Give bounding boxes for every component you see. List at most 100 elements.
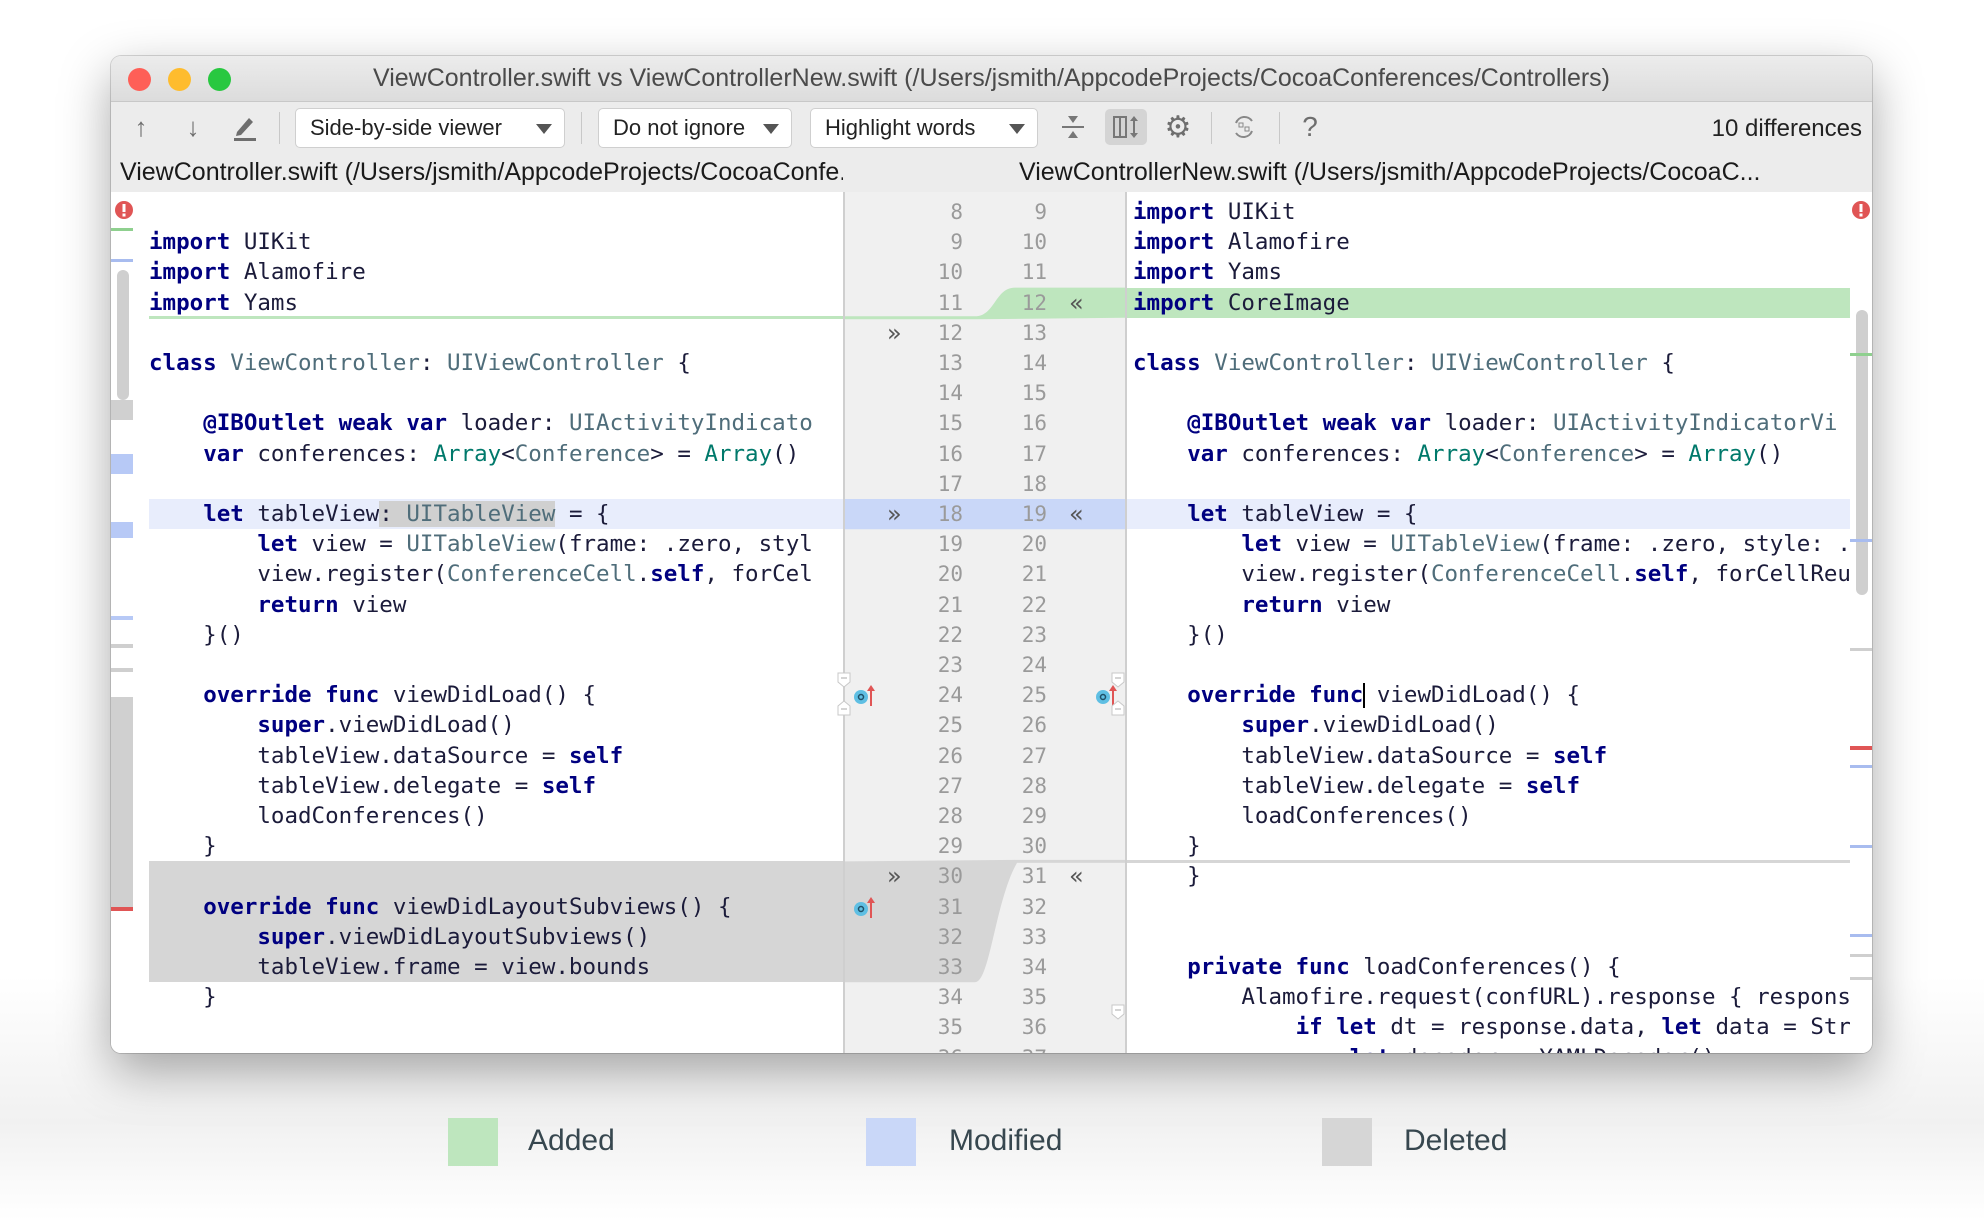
apply-change-right-icon[interactable]: » bbox=[887, 499, 902, 529]
apply-change-left-icon[interactable]: « bbox=[1069, 499, 1084, 529]
help-button[interactable]: ? bbox=[1292, 109, 1328, 145]
left-line-number: 28 bbox=[937, 804, 963, 828]
code-line[interactable]: class ViewController: UIViewController { bbox=[1127, 348, 1850, 378]
code-line[interactable] bbox=[143, 469, 843, 499]
code-line[interactable] bbox=[143, 378, 843, 408]
override-method-icon[interactable] bbox=[853, 896, 877, 920]
code-token: () bbox=[772, 440, 800, 467]
code-line[interactable]: override func viewDidLoad() { bbox=[143, 680, 843, 710]
code-token: self bbox=[568, 742, 624, 769]
code-line[interactable]: view.register(ConferenceCell.self, forCe… bbox=[1127, 559, 1850, 589]
code-line[interactable] bbox=[143, 861, 843, 891]
gear-icon[interactable]: ⚙ bbox=[1160, 109, 1196, 145]
code-line[interactable]: loadConferences() bbox=[1127, 801, 1850, 831]
code-line[interactable]: let view = UITableView(frame: .zero, sty… bbox=[1127, 529, 1850, 559]
code-line[interactable]: view.register(ConferenceCell.self, forCe… bbox=[143, 559, 843, 589]
deleted-marker bbox=[111, 400, 133, 420]
code-line[interactable] bbox=[1127, 318, 1850, 348]
collapse-unchanged-icon[interactable] bbox=[1055, 109, 1091, 145]
code-line[interactable]: if let dt = response.data, let data = St… bbox=[1127, 1012, 1850, 1042]
code-token: import bbox=[149, 289, 231, 316]
code-line[interactable]: tableView.delegate = self bbox=[143, 771, 843, 801]
code-token: view = bbox=[1282, 531, 1391, 558]
override-method-icon[interactable] bbox=[853, 684, 877, 708]
legend-deleted-swatch bbox=[1322, 1118, 1372, 1166]
code-line[interactable]: tableView.delegate = self bbox=[1127, 771, 1850, 801]
code-line[interactable]: }() bbox=[1127, 620, 1850, 650]
code-line[interactable]: loadConferences() bbox=[143, 801, 843, 831]
code-line[interactable]: var conferences: Array<Conference> = Arr… bbox=[143, 439, 843, 469]
code-line[interactable]: super.viewDidLayoutSubviews() bbox=[143, 922, 843, 952]
code-token: var bbox=[1187, 440, 1228, 467]
code-token: import bbox=[1133, 259, 1215, 286]
pencil-icon[interactable] bbox=[227, 109, 263, 145]
code-line[interactable]: var conferences: Array<Conference> = Arr… bbox=[1127, 439, 1850, 469]
code-line[interactable] bbox=[1127, 469, 1850, 499]
code-line[interactable]: import CoreImage bbox=[1127, 288, 1850, 318]
code-line[interactable]: override func viewDidLayoutSubviews() { bbox=[143, 892, 843, 922]
code-line[interactable]: tableView.frame = view.bounds bbox=[143, 952, 843, 982]
code-line[interactable]: class ViewController: UIViewController { bbox=[143, 348, 843, 378]
ignore-whitespace-dropdown[interactable]: Do not ignore bbox=[598, 108, 792, 148]
code-line[interactable]: } bbox=[143, 982, 843, 1012]
fold-start-icon[interactable] bbox=[837, 672, 851, 688]
code-line[interactable] bbox=[1127, 892, 1850, 922]
apply-change-right-icon[interactable]: » bbox=[887, 861, 902, 891]
code-line[interactable]: super.viewDidLoad() bbox=[143, 710, 843, 740]
apply-change-left-icon[interactable]: « bbox=[1069, 861, 1084, 891]
fold-end-icon[interactable] bbox=[1111, 700, 1125, 716]
fold-start-icon[interactable] bbox=[1111, 1004, 1125, 1021]
code-line[interactable] bbox=[1127, 650, 1850, 680]
left-editor-pane[interactable]: import UIKit import Alamofire import Yams c… bbox=[143, 192, 843, 1053]
modified-marker bbox=[1850, 934, 1872, 937]
code-line[interactable]: let tableView = { bbox=[1127, 499, 1850, 529]
code-line[interactable]: import UIKit bbox=[1127, 197, 1850, 227]
code-line[interactable] bbox=[143, 650, 843, 680]
toolbar-separator bbox=[581, 112, 582, 144]
code-line[interactable]: let view = UITableView(frame: .zero, sty… bbox=[143, 529, 843, 559]
code-line[interactable]: }() bbox=[143, 620, 843, 650]
code-line[interactable]: super.viewDidLoad() bbox=[1127, 710, 1850, 740]
code-line[interactable]: } bbox=[143, 831, 843, 861]
code-line[interactable] bbox=[1127, 922, 1850, 952]
code-line[interactable]: tableView.dataSource = self bbox=[143, 741, 843, 771]
code-line[interactable] bbox=[1127, 378, 1850, 408]
right-editor-pane[interactable]: import UIKit import Alamofire import Yams i… bbox=[1127, 192, 1850, 1053]
code-line[interactable]: private func loadConferences() { bbox=[1127, 952, 1850, 982]
code-line[interactable]: import Yams bbox=[143, 288, 843, 318]
swap-sides-icon[interactable] bbox=[1226, 109, 1262, 145]
code-line[interactable]: import UIKit bbox=[143, 227, 843, 257]
code-line[interactable]: return view bbox=[143, 590, 843, 620]
apply-change-right-icon[interactable]: » bbox=[887, 318, 902, 348]
code-line[interactable]: @IBOutlet weak var loader: UIActivityInd… bbox=[1127, 408, 1850, 438]
code-line[interactable]: @IBOutlet weak var loader: UIActivityInd… bbox=[143, 408, 843, 438]
left-scrollbar[interactable] bbox=[117, 270, 129, 400]
code-line[interactable]: return view bbox=[1127, 590, 1850, 620]
viewer-mode-dropdown[interactable]: Side-by-side viewer bbox=[295, 108, 565, 148]
code-line[interactable]: tableView.dataSource = self bbox=[1127, 741, 1850, 771]
fold-end-icon[interactable] bbox=[837, 700, 851, 716]
synchronize-scrolling-icon[interactable] bbox=[1105, 109, 1147, 145]
arrow-up-icon[interactable]: ↑ bbox=[123, 109, 159, 145]
code-line[interactable]: let decoder = YAMLDecoder() bbox=[1127, 1043, 1850, 1053]
arrow-down-icon[interactable]: ↓ bbox=[175, 109, 211, 145]
code-token: view.register( bbox=[1133, 561, 1432, 588]
fold-start-icon[interactable] bbox=[1111, 672, 1125, 688]
code-line[interactable] bbox=[143, 1043, 843, 1053]
code-line[interactable] bbox=[143, 197, 843, 227]
apply-change-left-icon[interactable]: « bbox=[1069, 288, 1084, 318]
code-line[interactable] bbox=[143, 318, 843, 348]
code-line[interactable]: import Yams bbox=[1127, 257, 1850, 287]
code-line[interactable] bbox=[143, 1012, 843, 1042]
code-line[interactable]: let tableView: UITableView = { bbox=[143, 499, 843, 529]
highlight-mode-dropdown[interactable]: Highlight words bbox=[810, 108, 1038, 148]
error-icon[interactable] bbox=[114, 200, 134, 220]
code-line[interactable]: override func viewDidLoad() { bbox=[1127, 680, 1850, 710]
code-line[interactable]: import Alamofire bbox=[143, 257, 843, 287]
code-line[interactable]: } bbox=[1127, 861, 1850, 891]
code-line[interactable]: Alamofire.request(confURL).response { re… bbox=[1127, 982, 1850, 1012]
code-line[interactable]: import Alamofire bbox=[1127, 227, 1850, 257]
code-line[interactable]: } bbox=[1127, 831, 1850, 861]
error-icon[interactable] bbox=[1851, 200, 1871, 220]
